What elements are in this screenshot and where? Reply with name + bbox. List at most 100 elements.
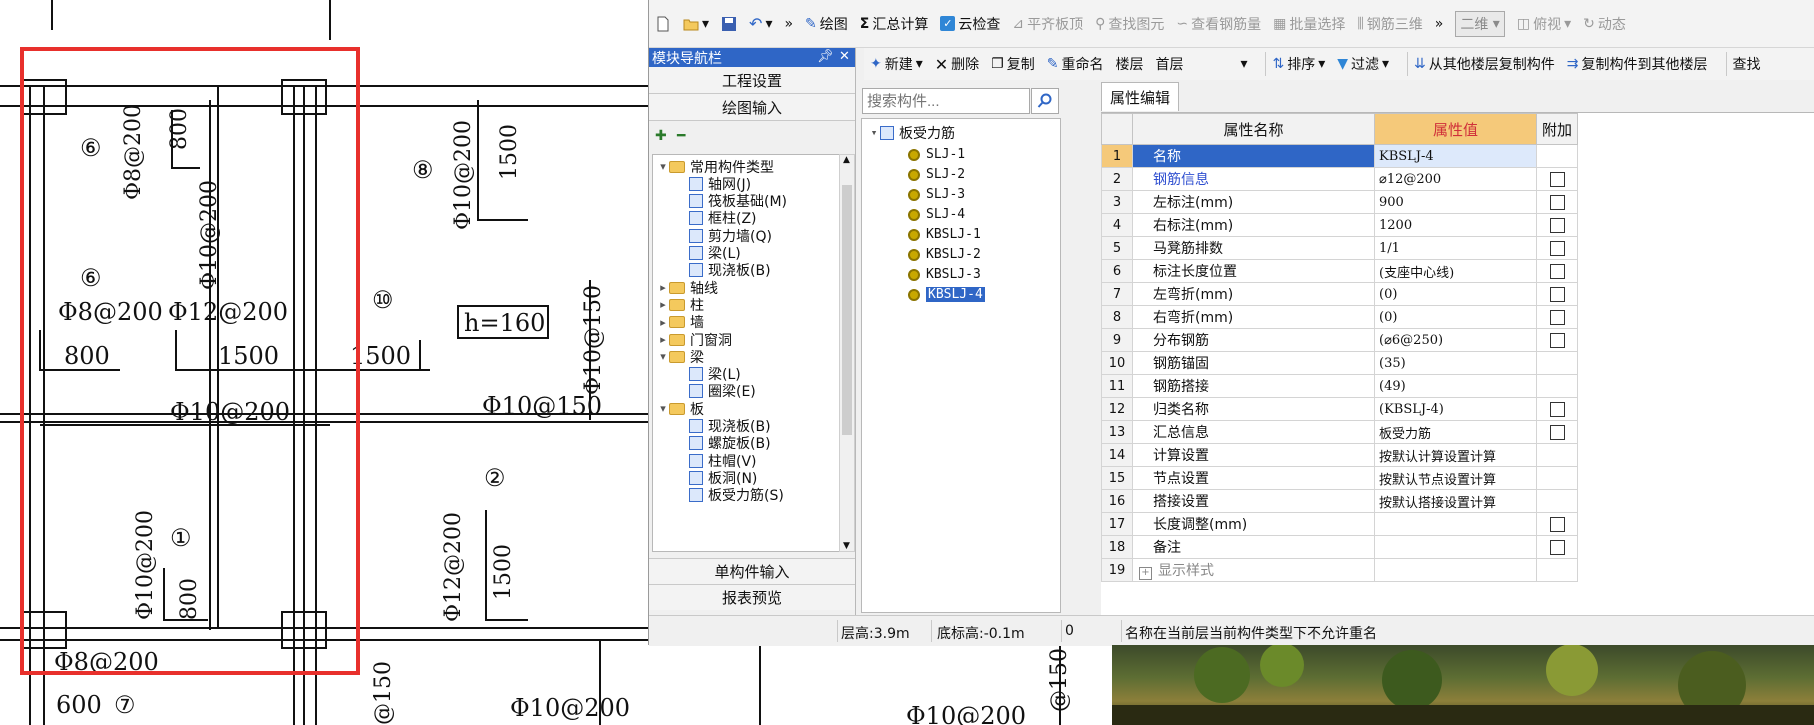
component-list-item[interactable]: SLJ-1	[908, 145, 965, 164]
extra-checkbox[interactable]	[1549, 263, 1565, 279]
flat-top-button[interactable]: ⊿ 平齐板顶	[1012, 14, 1083, 34]
copy-button[interactable]: ❐ 复制	[991, 54, 1035, 74]
collapse-all-icon[interactable]: ━	[677, 128, 685, 144]
single-component-input-button[interactable]: 单构件输入	[649, 558, 855, 584]
property-row[interactable]: 3 左标注(mm) 900	[1101, 190, 1578, 214]
chevron-down-icon[interactable]: ▾	[657, 402, 669, 415]
property-value[interactable]	[1374, 512, 1537, 536]
property-value[interactable]: (支座中心线)	[1374, 259, 1537, 283]
component-tree-root[interactable]: ▾ 板受力筋	[868, 123, 955, 142]
expand-all-icon[interactable]: ✚	[655, 128, 667, 144]
component-list-item[interactable]: SLJ-2	[908, 165, 965, 184]
property-extra[interactable]	[1536, 259, 1578, 283]
extra-checkbox[interactable]	[1549, 332, 1565, 348]
property-value[interactable]: KBSLJ-4	[1374, 144, 1537, 168]
property-extra[interactable]	[1536, 512, 1578, 536]
expand-plus-icon[interactable]: +	[1139, 567, 1152, 580]
property-row[interactable]: 19 + 显示样式	[1101, 558, 1578, 582]
property-value[interactable]	[1374, 535, 1537, 559]
property-row[interactable]: 1 名称 KBSLJ-4	[1101, 144, 1578, 168]
drawing-input-button[interactable]: 绘图输入	[649, 94, 855, 121]
extra-checkbox[interactable]	[1549, 401, 1565, 417]
extra-checkbox[interactable]	[1549, 171, 1565, 187]
top-view-button[interactable]: ◫ 俯视 ▾	[1517, 14, 1571, 34]
scroll-thumb[interactable]	[842, 185, 852, 435]
chevron-down-icon[interactable]: ▾	[657, 160, 669, 173]
extra-checkbox[interactable]	[1549, 217, 1565, 233]
rebar-3d-button[interactable]: ⫼ 钢筋三维	[1357, 14, 1422, 34]
property-row[interactable]: 11 钢筋搭接 (49)	[1101, 374, 1578, 398]
chevron-right-icon[interactable]: ▸	[657, 298, 669, 311]
nav-tree-folder[interactable]: ▾ 梁	[657, 347, 704, 366]
extra-checkbox[interactable]	[1549, 516, 1565, 532]
save-button[interactable]	[721, 16, 737, 32]
property-row[interactable]: 6 标注长度位置 (支座中心线)	[1101, 259, 1578, 283]
find-button[interactable]: 查找	[1733, 54, 1761, 74]
property-row[interactable]: 4 右标注(mm) 1200	[1101, 213, 1578, 237]
draw-button[interactable]: ✎ 绘图	[805, 14, 848, 34]
batch-select-button[interactable]: ▦ 批量选择	[1273, 14, 1345, 34]
scroll-down-icon[interactable]: ▼	[843, 541, 850, 551]
component-search-input[interactable]	[862, 88, 1030, 114]
extra-checkbox[interactable]	[1549, 286, 1565, 302]
delete-button[interactable]: ✕ 删除	[935, 54, 979, 74]
property-extra[interactable]	[1536, 236, 1578, 260]
extra-checkbox[interactable]	[1549, 424, 1565, 440]
undo-button[interactable]: ↶ ▾	[749, 14, 772, 33]
property-extra[interactable]	[1536, 420, 1578, 444]
sort-button[interactable]: ⇅ 排序 ▾	[1272, 54, 1325, 74]
toolbar-overflow-2[interactable]: »	[1435, 16, 1444, 32]
new-component-button[interactable]: ✦ 新建 ▾	[870, 54, 923, 74]
property-extra[interactable]	[1536, 535, 1578, 559]
property-row[interactable]: 2 钢筋信息 ⌀12@200	[1101, 167, 1578, 191]
property-row[interactable]: 7 左弯折(mm) (0)	[1101, 282, 1578, 306]
property-value[interactable]: 900	[1374, 190, 1537, 214]
component-list-item[interactable]: KBSLJ-4	[908, 285, 985, 304]
property-row[interactable]: 18 备注	[1101, 535, 1578, 559]
property-row[interactable]: 8 右弯折(mm) (0)	[1101, 305, 1578, 329]
property-row[interactable]: 17 长度调整(mm)	[1101, 512, 1578, 536]
property-extra[interactable]	[1536, 167, 1578, 191]
property-extra[interactable]	[1536, 328, 1578, 352]
property-row[interactable]: 9 分布钢筋 (⌀6@250)	[1101, 328, 1578, 352]
new-file-button[interactable]	[655, 16, 671, 32]
property-row[interactable]: 13 汇总信息 板受力筋	[1101, 420, 1578, 444]
property-extra[interactable]	[1536, 282, 1578, 306]
property-value[interactable]: 板受力筋	[1374, 420, 1537, 444]
nav-tree-item[interactable]: 板受力筋(S)	[689, 486, 784, 505]
property-value[interactable]	[1374, 558, 1537, 582]
component-list-item[interactable]: SLJ-4	[908, 205, 965, 224]
project-settings-button[interactable]: 工程设置	[649, 67, 855, 94]
property-row[interactable]: 12 归类名称 (KBSLJ-4)	[1101, 397, 1578, 421]
property-row[interactable]: 15 节点设置 按默认节点设置计算	[1101, 466, 1578, 490]
nav-scrollbar[interactable]: ▲ ▼	[839, 154, 855, 552]
extra-checkbox[interactable]	[1549, 240, 1565, 256]
filter-button[interactable]: ▼ 过滤 ▾	[1337, 54, 1389, 74]
property-value[interactable]: (49)	[1374, 374, 1537, 398]
property-row[interactable]: 14 计算设置 按默认计算设置计算	[1101, 443, 1578, 467]
view-rebar-button[interactable]: ∽ 查看钢筋量	[1176, 14, 1261, 34]
close-icon[interactable]: ✕	[839, 49, 850, 64]
property-value[interactable]: 按默认节点设置计算	[1374, 466, 1537, 490]
nav-tree-folder[interactable]: ▾ 板	[657, 399, 704, 418]
property-extra[interactable]	[1536, 305, 1578, 329]
nav-tree-folder[interactable]: ▸ 轴线	[657, 278, 718, 297]
open-file-button[interactable]: ▾	[683, 16, 709, 32]
component-list-item[interactable]: SLJ-3	[908, 185, 965, 204]
pin-icon[interactable]: 📌︎	[817, 49, 834, 64]
extra-checkbox[interactable]	[1549, 309, 1565, 325]
report-preview-button[interactable]: 报表预览	[649, 584, 855, 610]
property-value[interactable]: ⌀12@200	[1374, 167, 1537, 191]
property-value[interactable]: (⌀6@250)	[1374, 328, 1537, 352]
sum-calc-button[interactable]: Σ 汇总计算	[860, 14, 929, 34]
search-button[interactable]	[1031, 88, 1059, 114]
scroll-up-icon[interactable]: ▲	[843, 155, 850, 165]
property-row[interactable]: 16 搭接设置 按默认搭接设置计算	[1101, 489, 1578, 513]
tab-property-edit[interactable]: 属性编辑	[1101, 82, 1180, 111]
view-mode-select[interactable]: 二维 ▾	[1455, 10, 1505, 37]
property-value[interactable]: (0)	[1374, 282, 1537, 306]
dynamic-button[interactable]: ↻ 动态	[1583, 14, 1626, 34]
property-row[interactable]: 5 马凳筋排数 1/1	[1101, 236, 1578, 260]
copy-from-floor-button[interactable]: ⇊ 从其他楼层复制构件	[1414, 54, 1555, 74]
toolbar-overflow[interactable]: »	[784, 16, 793, 32]
